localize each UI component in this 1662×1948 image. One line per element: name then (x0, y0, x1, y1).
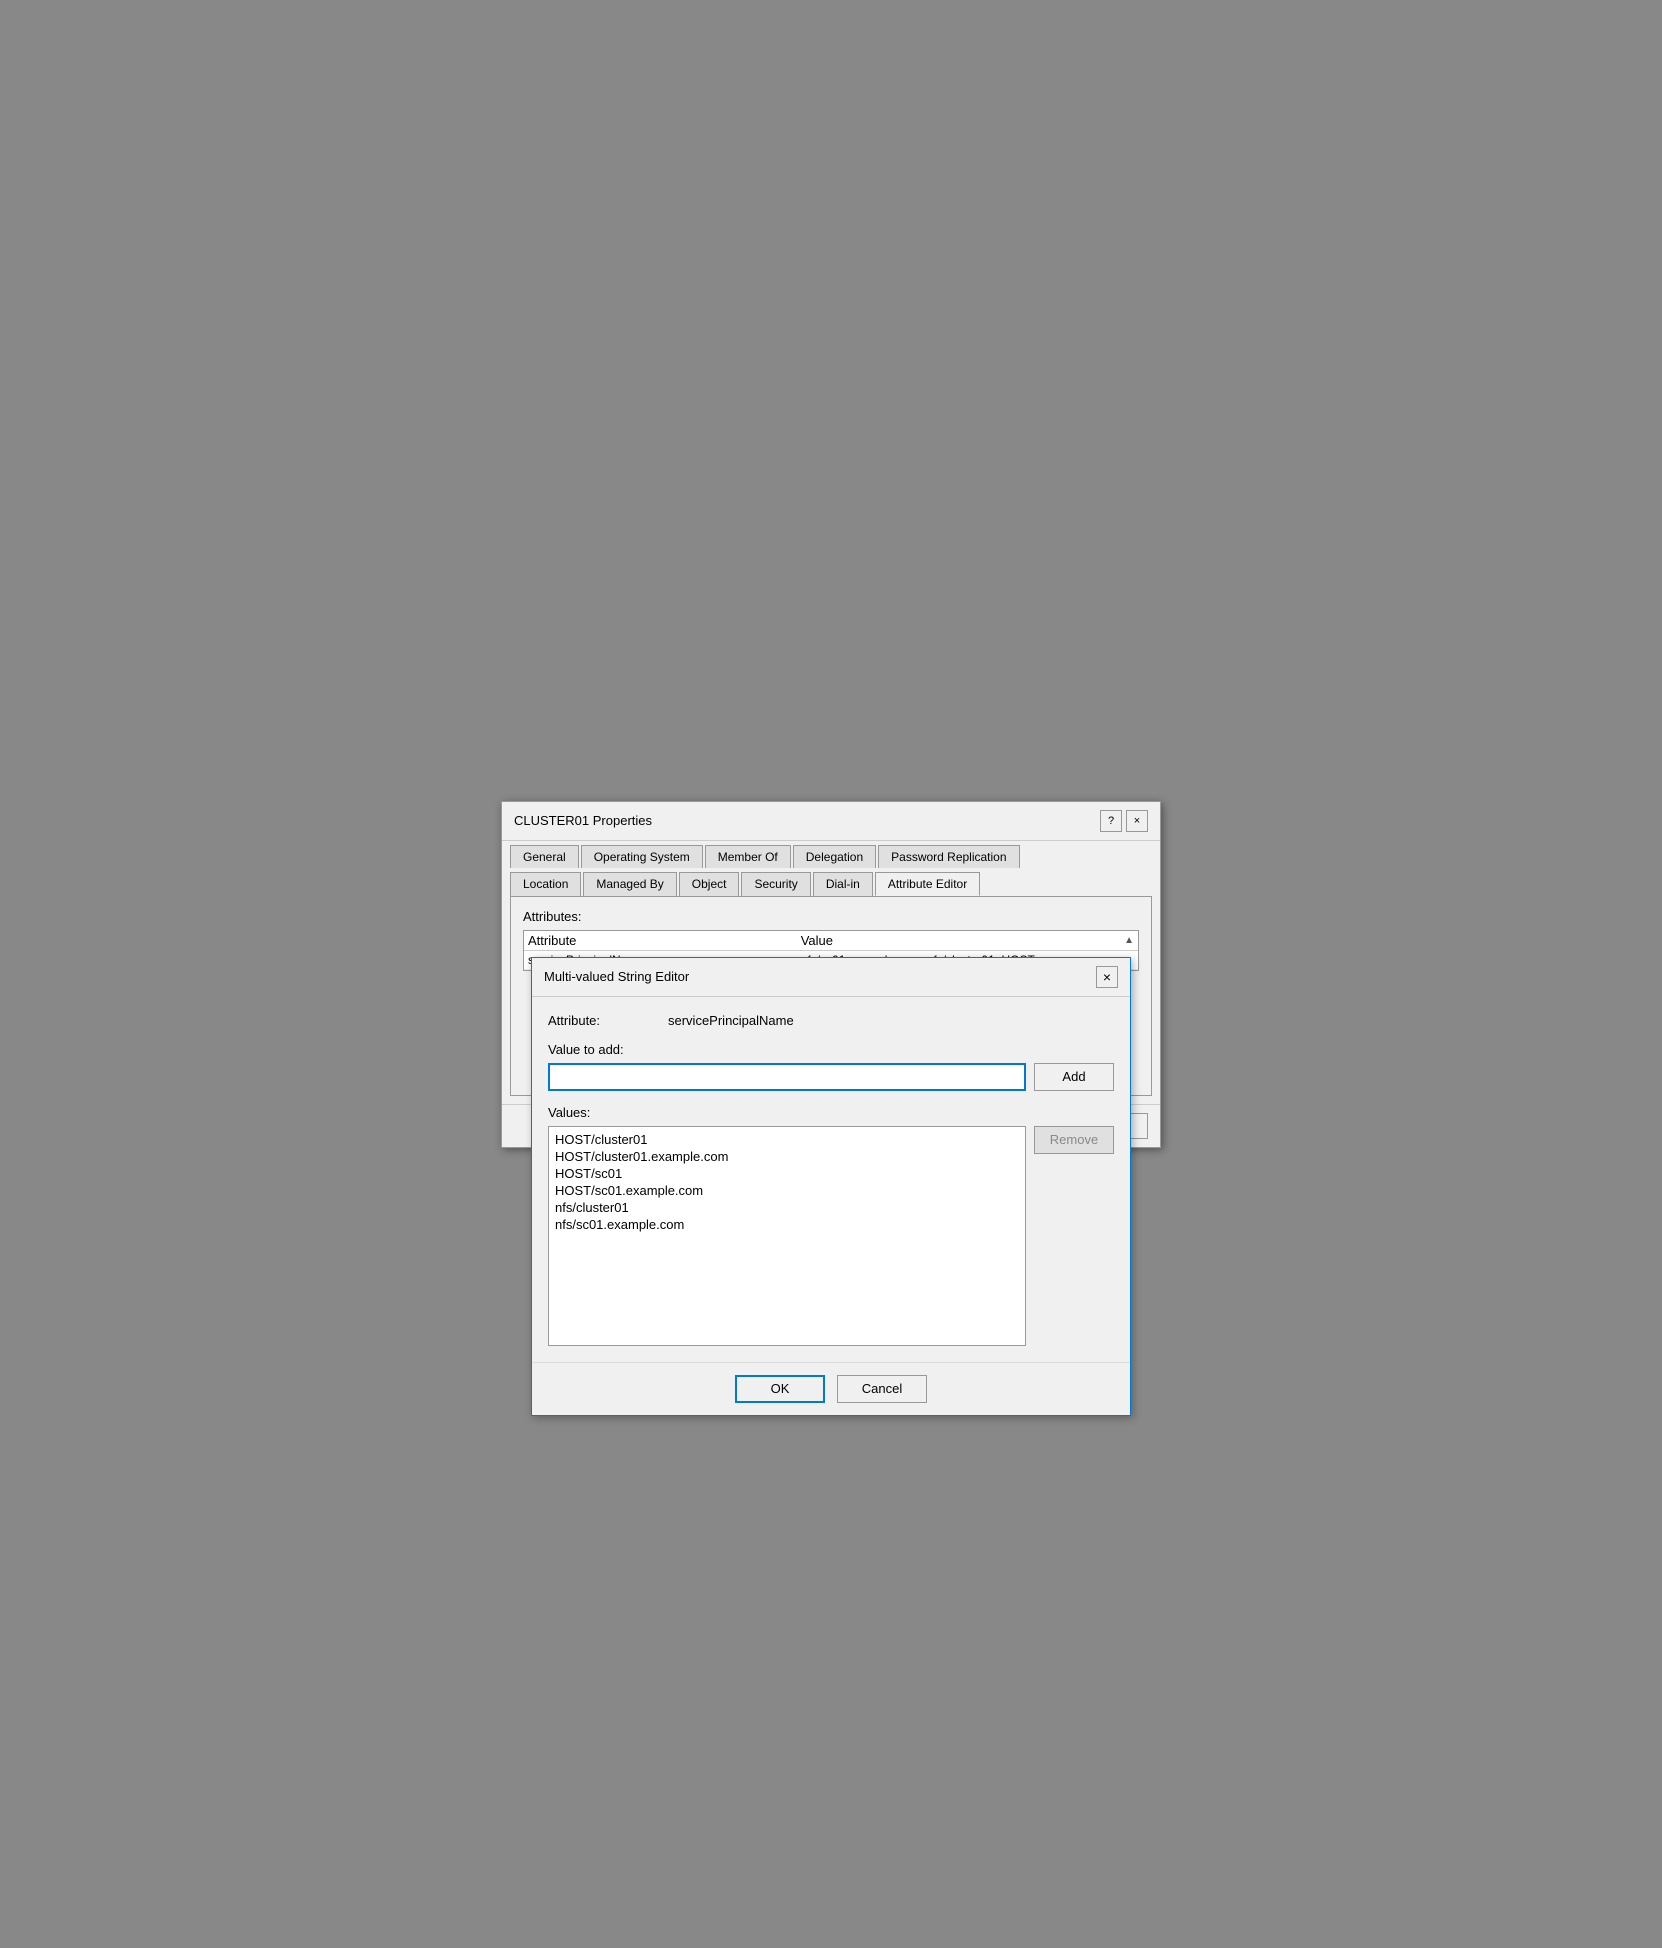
tab-member-of[interactable]: Member Of (705, 845, 791, 868)
modal-title: Multi-valued String Editor (544, 969, 689, 984)
cancel-button[interactable]: Cancel (837, 1375, 927, 1403)
modal-value-to-add-label: Value to add: (548, 1042, 1114, 1057)
window-title: CLUSTER01 Properties (514, 813, 652, 828)
ok-button[interactable]: OK (735, 1375, 825, 1403)
modal-dialog: Multi-valued String Editor × Attribute: … (531, 957, 1131, 1416)
title-bar: CLUSTER01 Properties ? × (502, 802, 1160, 841)
values-listbox[interactable]: HOST/cluster01HOST/cluster01.example.com… (548, 1126, 1026, 1346)
list-item[interactable]: HOST/sc01 (553, 1165, 1021, 1182)
modal-input-row: Add (548, 1063, 1114, 1091)
list-item[interactable]: HOST/cluster01 (553, 1131, 1021, 1148)
tab-content-area: Attributes: Attribute Value ▲ servicePri… (510, 896, 1152, 1096)
tab-operating-system[interactable]: Operating System (581, 845, 703, 868)
scrollbar-up[interactable]: ▲ (1104, 933, 1134, 948)
value-to-add-input[interactable] (548, 1063, 1026, 1091)
outer-window: CLUSTER01 Properties ? × GeneralOperatin… (501, 801, 1161, 1148)
close-button[interactable]: × (1126, 810, 1148, 832)
remove-button[interactable]: Remove (1034, 1126, 1114, 1154)
tabs-row-2: LocationManaged ByObjectSecurityDial-inA… (502, 868, 1160, 896)
modal-body: Attribute: servicePrincipalName Value to… (532, 997, 1130, 1362)
modal-title-bar: Multi-valued String Editor × (532, 958, 1130, 997)
tab-managed-by[interactable]: Managed By (583, 872, 676, 896)
tab-security[interactable]: Security (741, 872, 810, 896)
modal-attribute-value: servicePrincipalName (668, 1013, 794, 1028)
modal-footer: OK Cancel (532, 1362, 1130, 1415)
modal-values-label: Values: (548, 1105, 1114, 1120)
tab-attribute-editor[interactable]: Attribute Editor (875, 872, 980, 896)
col-header-attribute: Attribute (528, 933, 801, 948)
modal-attribute-label: Attribute: (548, 1013, 668, 1028)
tab-password-replication[interactable]: Password Replication (878, 845, 1019, 868)
tab-dial-in[interactable]: Dial-in (813, 872, 873, 896)
modal-values-row: HOST/cluster01HOST/cluster01.example.com… (548, 1126, 1114, 1346)
tabs-row-1: GeneralOperating SystemMember OfDelegati… (502, 841, 1160, 868)
attributes-label: Attributes: (523, 909, 1139, 924)
list-item[interactable]: nfs/cluster01 (553, 1199, 1021, 1216)
modal-attribute-row: Attribute: servicePrincipalName (548, 1013, 1114, 1028)
list-item[interactable]: HOST/cluster01.example.com (553, 1148, 1021, 1165)
tab-general[interactable]: General (510, 845, 579, 868)
list-item[interactable]: HOST/sc01.example.com (553, 1182, 1021, 1199)
tab-location[interactable]: Location (510, 872, 581, 896)
title-bar-controls: ? × (1100, 810, 1148, 832)
modal-close-button[interactable]: × (1096, 966, 1118, 988)
attr-header-row: Attribute Value ▲ (524, 931, 1138, 951)
col-header-value: Value (801, 933, 1104, 948)
list-item[interactable]: nfs/sc01.example.com (553, 1216, 1021, 1233)
chevron-up-icon: ▲ (1124, 935, 1134, 946)
tab-object[interactable]: Object (679, 872, 740, 896)
add-button[interactable]: Add (1034, 1063, 1114, 1091)
help-button[interactable]: ? (1100, 810, 1122, 832)
tab-delegation[interactable]: Delegation (793, 845, 876, 868)
